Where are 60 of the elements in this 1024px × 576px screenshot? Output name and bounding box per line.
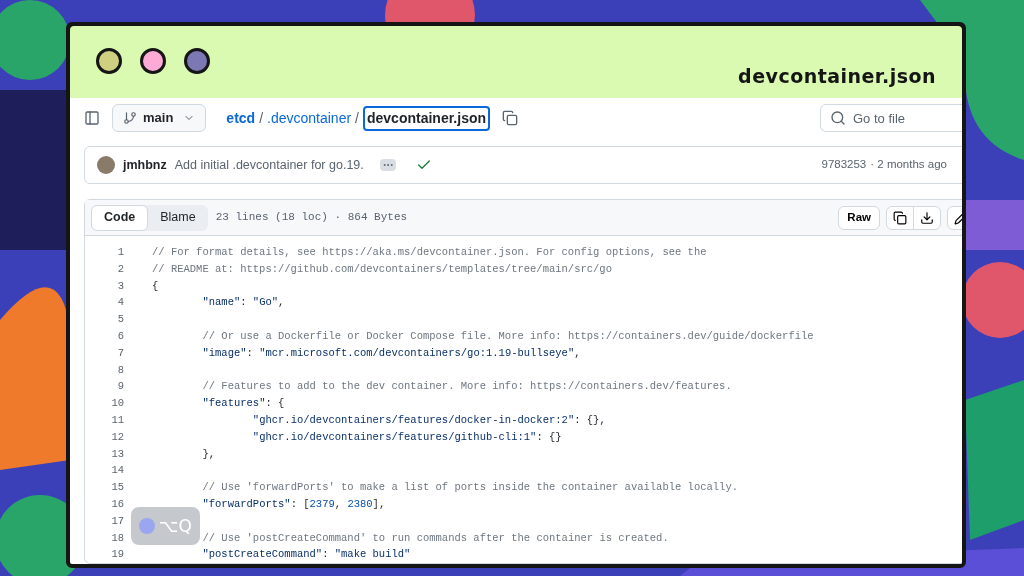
line-number: 14 bbox=[110, 463, 124, 479]
commit-time: · 2 months ago bbox=[870, 157, 947, 173]
code-line: "features": { bbox=[201, 396, 285, 412]
commit-message[interactable]: Add initial .devcontainer for go.19. bbox=[174, 155, 364, 175]
ellipsis-icon[interactable] bbox=[379, 159, 396, 171]
breadcrumb-link[interactable]: devcontainer.json bbox=[363, 105, 491, 131]
line-number: 3 bbox=[116, 278, 124, 294]
code-line: { bbox=[152, 278, 159, 294]
line-number: 7 bbox=[116, 345, 124, 361]
window-title: devcontainer.json bbox=[738, 64, 936, 89]
path-separator: / bbox=[259, 108, 264, 128]
search-icon bbox=[830, 110, 846, 126]
download-icon[interactable] bbox=[920, 210, 934, 225]
line-number: 11 bbox=[110, 412, 124, 428]
line-number: 9 bbox=[116, 379, 124, 395]
line-number: 13 bbox=[110, 446, 124, 462]
line-number: 19 bbox=[110, 547, 124, 563]
file-info: 23 lines (18 loc) · 864 Bytes bbox=[215, 210, 408, 226]
code-line: "ghcr.io/devcontainers/features/github-cli:1": {} bbox=[251, 429, 562, 445]
decorative-block bbox=[965, 200, 1024, 250]
line-number: 6 bbox=[116, 329, 124, 344]
code-line: // Use 'forwardPorts' to make a list of ports inside the container available locally. bbox=[201, 480, 738, 496]
sidebar-toggle-icon[interactable] bbox=[84, 110, 100, 126]
code-line: "image": "mcr.microsoft.com/devcontainers/go:1.19-bullseye", bbox=[201, 345, 581, 361]
branch-icon bbox=[123, 111, 137, 125]
line-number: 18 bbox=[110, 530, 124, 546]
breadcrumb-link[interactable]: .devcontainer bbox=[267, 107, 352, 129]
line-number: 8 bbox=[116, 362, 124, 378]
view-tab[interactable]: Code bbox=[91, 204, 149, 231]
line-number: 16 bbox=[110, 496, 124, 512]
code-line: "name": "Go", bbox=[201, 295, 285, 311]
line-number: 2 bbox=[116, 261, 124, 277]
breadcrumb-link[interactable]: etcd bbox=[226, 107, 256, 129]
line-number: 12 bbox=[110, 429, 124, 445]
shortcut-keys: ⌥Q bbox=[159, 517, 192, 535]
code-line: // README at: https://github.com/devcontainers/templates/tree/main/src/go bbox=[152, 261, 612, 277]
copy-icon[interactable] bbox=[502, 110, 519, 126]
avatar bbox=[97, 156, 115, 174]
code-line: // Features to add to the dev container. More info: https://containers.dev/features. bbox=[201, 379, 732, 395]
line-number: 1 bbox=[116, 245, 124, 260]
search-field[interactable]: Go to file bbox=[820, 104, 962, 132]
code-line: // For format details, see https://aka.ms/devcontainer.json. For config options, see the bbox=[152, 245, 707, 260]
raw-button[interactable]: Raw bbox=[838, 205, 880, 230]
line-number: 5 bbox=[116, 312, 124, 328]
line-number: 4 bbox=[116, 295, 124, 311]
code-line: // Use 'postCreateCommand' to run commands after the container is created. bbox=[201, 530, 669, 546]
line-number: 10 bbox=[110, 396, 124, 412]
commit-sha[interactable]: 9783253 bbox=[821, 156, 867, 174]
path-separator: / bbox=[355, 108, 359, 128]
view-tab[interactable]: Blame bbox=[148, 204, 208, 231]
copy-icon[interactable] bbox=[893, 210, 907, 225]
line-number: 17 bbox=[110, 513, 124, 529]
commit-author[interactable]: jmhbnz bbox=[123, 155, 167, 175]
code-line: // Or use a Dockerfile or Docker Compose file. More info: https://containers.dev/guide/dockerfile bbox=[201, 329, 814, 344]
code-line: "forwardPorts": [2379, 2380], bbox=[201, 496, 386, 512]
code-line: }, bbox=[201, 446, 216, 462]
line-number: 15 bbox=[110, 480, 124, 496]
code-line: "ghcr.io/devcontainers/features/docker-in-docker:2": {}, bbox=[251, 412, 606, 428]
branch-selector[interactable]: main bbox=[112, 104, 207, 132]
code-line: "postCreateCommand": "make build" bbox=[201, 547, 411, 563]
